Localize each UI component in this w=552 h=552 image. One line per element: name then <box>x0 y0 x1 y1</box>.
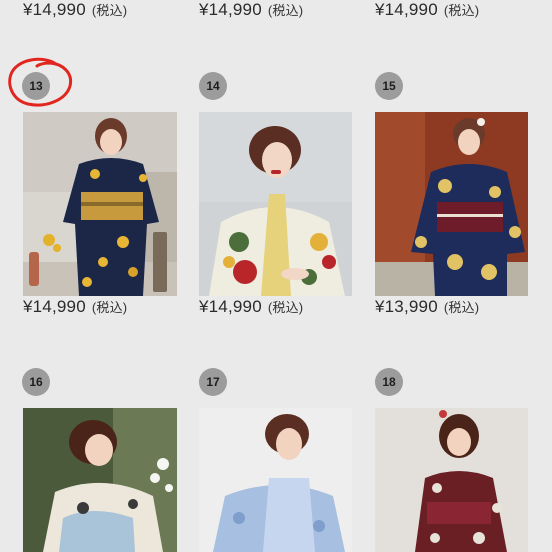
product-price: ¥14,990 (税込) <box>375 0 479 20</box>
product-price: ¥14,990 (税込) <box>199 0 303 20</box>
price-value: ¥14,990 <box>375 0 438 19</box>
tax-label: (税込) <box>267 3 304 18</box>
product-image-18[interactable] <box>375 408 528 552</box>
product-price: ¥14,990 (税込) <box>23 0 127 20</box>
product-image-17[interactable] <box>199 408 352 552</box>
product-number-badge: 13 <box>22 72 50 100</box>
product-image-14[interactable] <box>199 112 352 296</box>
tax-label: (税込) <box>443 3 480 18</box>
product-image-16[interactable] <box>23 408 177 552</box>
product-grid-page: ¥14,990 (税込) ¥14,990 (税込) ¥14,990 (税込) 13 1… <box>0 0 552 552</box>
tax-label: (税込) <box>443 300 480 315</box>
product-image-15[interactable] <box>375 112 528 296</box>
price-value: ¥13,990 <box>375 297 438 316</box>
product-number-badge: 15 <box>375 72 403 100</box>
product-number-badge: 14 <box>199 72 227 100</box>
tax-label: (税込) <box>91 300 128 315</box>
price-value: ¥14,990 <box>23 0 86 19</box>
tax-label: (税込) <box>91 3 128 18</box>
product-price: ¥14,990 (税込) <box>23 297 127 317</box>
product-price: ¥14,990 (税込) <box>199 297 303 317</box>
price-value: ¥14,990 <box>199 297 262 316</box>
product-number-badge: 17 <box>199 368 227 396</box>
product-price: ¥13,990 (税込) <box>375 297 479 317</box>
product-number-badge: 18 <box>375 368 403 396</box>
product-image-13[interactable] <box>23 112 177 296</box>
product-number-badge: 16 <box>22 368 50 396</box>
tax-label: (税込) <box>267 300 304 315</box>
price-value: ¥14,990 <box>199 0 262 19</box>
price-value: ¥14,990 <box>23 297 86 316</box>
